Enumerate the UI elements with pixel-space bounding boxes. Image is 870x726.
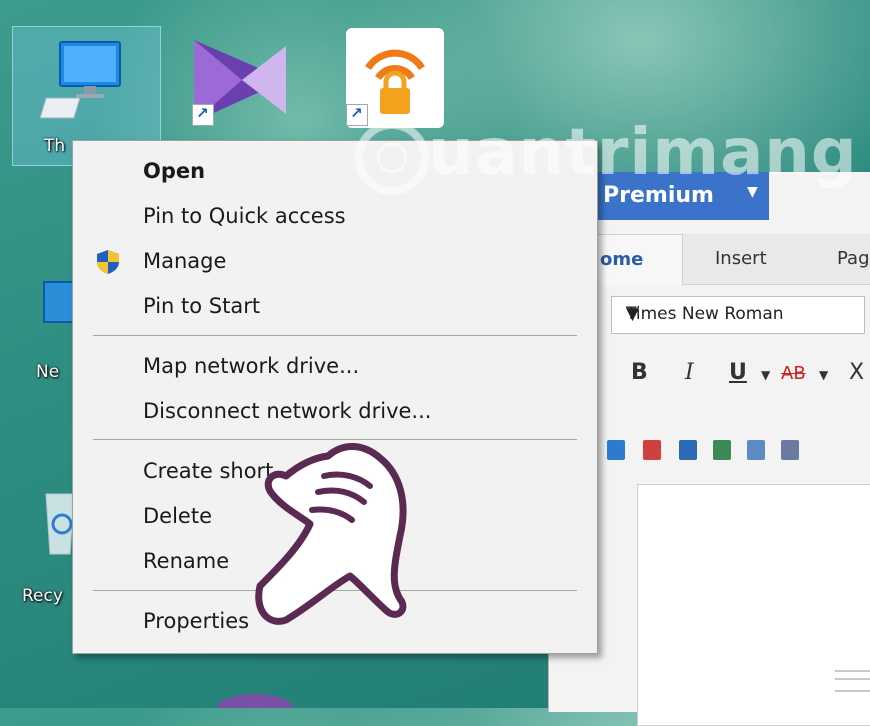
print-icon[interactable] — [679, 440, 697, 460]
tab-home-label: ome — [600, 249, 644, 270]
ruler-line — [835, 690, 870, 692]
watermark-logo-icon — [355, 121, 429, 195]
menu-item-map-network-drive[interactable]: Map network drive... — [74, 346, 594, 386]
menu-item-label: Map network drive... — [143, 354, 360, 378]
menu-item-label: Rename — [143, 549, 230, 573]
font-name-select[interactable]: Times New Roman ▼ — [611, 296, 865, 334]
pdf-icon[interactable] — [643, 440, 661, 460]
menu-item-label: Properties — [143, 609, 250, 633]
find-icon[interactable] — [747, 440, 765, 460]
menu-item-label: Manage — [143, 249, 227, 273]
underline-button[interactable]: U — [729, 360, 747, 385]
ruler-line — [835, 670, 870, 672]
menu-item-label: Delete — [143, 504, 212, 528]
tab-page[interactable]: Pag — [837, 248, 870, 269]
recycle-bin-label[interactable]: Recy — [22, 586, 63, 606]
shortcut-arrow-icon — [192, 104, 214, 126]
print-preview-icon[interactable] — [713, 440, 731, 460]
this-pc-icon[interactable] — [39, 36, 130, 126]
menu-item-label: Pin to Start — [143, 294, 261, 318]
ruler-line — [835, 678, 870, 680]
shield-icon — [97, 250, 119, 274]
format-painter-icon[interactable] — [781, 440, 799, 460]
clear-format-button[interactable]: X — [849, 360, 864, 385]
pointing-hand-icon — [255, 443, 407, 625]
menu-item-label: Disconnect network drive... — [143, 399, 432, 423]
menu-item-label: Open — [143, 159, 206, 183]
chevron-down-icon[interactable]: ▼ — [626, 304, 639, 324]
watermark-text: uantrimang — [428, 116, 858, 190]
menu-separator — [93, 335, 577, 336]
menu-item-pin-start[interactable]: Pin to Start — [74, 286, 594, 326]
strikethrough-dropdown-icon[interactable]: ▼ — [819, 368, 828, 382]
strikethrough-button[interactable]: AB — [781, 363, 806, 384]
this-pc-label[interactable]: Th — [44, 136, 65, 156]
italic-button[interactable]: I — [685, 360, 694, 385]
tab-insert[interactable]: Insert — [715, 248, 767, 269]
font-name-value: Times New Roman — [626, 304, 784, 324]
menu-item-disconnect-network-drive[interactable]: Disconnect network drive... — [74, 391, 594, 431]
menu-item-label: Pin to Quick access — [143, 204, 346, 228]
save-icon[interactable] — [607, 440, 625, 460]
menu-item-pin-quick-access[interactable]: Pin to Quick access — [74, 196, 594, 236]
menu-item-manage[interactable]: Manage — [74, 241, 594, 281]
network-label[interactable]: Ne — [36, 362, 59, 382]
underline-dropdown-icon[interactable]: ▼ — [761, 368, 770, 382]
viber-icon[interactable] — [210, 692, 300, 722]
bold-button[interactable]: B — [631, 360, 648, 385]
